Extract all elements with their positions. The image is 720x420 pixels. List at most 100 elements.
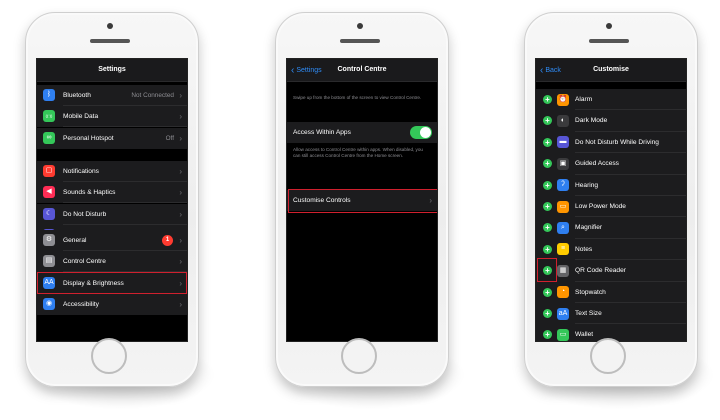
chevron-right-icon: › (179, 236, 182, 245)
front-camera (606, 23, 612, 29)
add-button[interactable]: + (543, 180, 552, 190)
chevron-right-icon: › (179, 299, 182, 309)
add-button[interactable]: + (543, 137, 552, 147)
qr-code-icon: ▦ (557, 264, 569, 277)
chevron-right-icon: › (179, 278, 182, 288)
car-icon: ▬ (557, 136, 569, 149)
home-button[interactable] (91, 338, 127, 374)
earpiece-speaker (340, 39, 380, 43)
row-label: Mobile Data (63, 113, 99, 121)
add-button[interactable]: + (543, 330, 552, 340)
ear-icon: ʔ (557, 179, 569, 192)
control-label: Hearing (575, 181, 599, 189)
chevron-right-icon: › (179, 133, 182, 143)
access-within-apps-row: Access Within Apps (287, 122, 437, 143)
control-label: Stopwatch (575, 288, 606, 296)
speaker-icon: ◀ (43, 186, 55, 199)
battery-icon: ▭ (557, 200, 569, 213)
add-button[interactable]: + (543, 266, 552, 276)
stopwatch-icon: ◔ (557, 286, 569, 299)
control-dnd-driving: + ▬ Do Not Disturb While Driving (536, 131, 686, 154)
dark-mode-icon: ◐ (557, 114, 569, 127)
add-button[interactable]: + (543, 309, 552, 318)
row-display-brightness[interactable]: AA Display & Brightness › (37, 272, 187, 294)
row-value: Off (165, 134, 174, 142)
control-label: Dark Mode (575, 117, 608, 125)
phone-settings: Settings ᛒ Bluetooth Not Connected › ((·)) Mo… (25, 12, 199, 387)
row-notifications[interactable]: ▢ Notifications › (37, 161, 187, 182)
moon-icon: ☾ (43, 207, 55, 220)
customise-controls-row[interactable]: Customise Controls › (287, 190, 437, 211)
intro-text: Swipe up from the bottom of the screen t… (293, 95, 422, 100)
chevron-right-icon: › (179, 112, 182, 122)
control-qr-code-reader: + ▦ QR Code Reader (536, 260, 686, 282)
control-stopwatch: + ◔ Stopwatch (536, 281, 686, 303)
control-alarm: + ⏰ Alarm (536, 89, 686, 111)
text-size-icon: AA (43, 276, 55, 289)
page-title: Customise (593, 66, 629, 73)
add-button[interactable]: + (543, 116, 552, 126)
access-within-apps-label: Access Within Apps (293, 129, 351, 136)
row-mobile-data[interactable]: ((·)) Mobile Data › (37, 106, 187, 128)
row-bluetooth[interactable]: ᛒ Bluetooth Not Connected › (37, 85, 187, 106)
earpiece-speaker (589, 39, 629, 43)
front-camera (107, 23, 113, 29)
add-button[interactable]: + (543, 223, 552, 233)
control-label: Magnifier (575, 224, 603, 232)
control-label: Notes (575, 245, 593, 253)
control-label: Text Size (575, 310, 602, 317)
customise-controls-label: Customise Controls (293, 197, 351, 204)
toggle-knob (420, 127, 431, 138)
control-low-power: + ▭ Low Power Mode (536, 196, 686, 218)
chevron-right-icon: › (179, 167, 182, 176)
control-guided-access: + ▣ Guided Access (536, 153, 686, 175)
row-sounds-haptics[interactable]: ◀ Sounds & Haptics › (37, 182, 187, 204)
notes-icon: ≡ (557, 243, 569, 256)
chevron-right-icon: › (429, 196, 432, 205)
row-label: Sounds & Haptics (63, 189, 116, 197)
row-accessibility[interactable]: ◉ Accessibility › (37, 293, 187, 315)
chevron-right-icon: › (179, 91, 182, 100)
switches-icon: ▤ (43, 255, 55, 268)
text-size-icon: aA (557, 307, 569, 320)
control-centre-screen: ‹ Settings Control Centre Swipe up from t… (286, 58, 438, 342)
control-text-size: + aA Text Size (536, 303, 686, 325)
add-button[interactable]: + (543, 159, 552, 169)
navigation-bar: ‹ Back Customise (536, 59, 686, 82)
control-label: QR Code Reader (575, 267, 626, 275)
access-description: Allow access to Control Centre within ap… (293, 147, 423, 159)
control-hearing: + ʔ Hearing (536, 174, 686, 196)
row-general[interactable]: ⚙ General 1 › (37, 230, 187, 251)
chevron-right-icon: › (179, 188, 182, 198)
control-label: Wallet (575, 331, 594, 339)
wallet-icon: ▭ (557, 328, 569, 341)
magnifier-icon: ⌕ (557, 221, 569, 234)
navigation-bar: ‹ Settings Control Centre (287, 59, 437, 82)
row-label: Bluetooth (63, 92, 91, 99)
access-within-apps-toggle[interactable] (410, 126, 432, 139)
row-label: Do Not Disturb (63, 210, 107, 218)
page-title: Settings (98, 66, 126, 73)
control-notes: + ≡ Notes (536, 238, 686, 261)
add-button[interactable]: + (543, 95, 552, 104)
gear-icon: ⚙ (43, 234, 55, 246)
home-button[interactable] (590, 338, 626, 374)
row-label: Accessibility (63, 300, 99, 308)
alarm-clock-icon: ⏰ (557, 93, 569, 106)
phone-control-centre: ‹ Settings Control Centre Swipe up from t… (275, 12, 449, 387)
row-do-not-disturb[interactable]: ☾ Do Not Disturb › (37, 203, 187, 225)
control-label: Low Power Mode (575, 203, 626, 210)
row-personal-hotspot[interactable]: ∞ Personal Hotspot Off › (37, 127, 187, 149)
add-button[interactable]: + (543, 244, 552, 254)
add-button[interactable]: + (543, 202, 552, 211)
home-button[interactable] (341, 338, 377, 374)
row-control-centre[interactable]: ▤ Control Centre › (37, 251, 187, 273)
chevron-right-icon: › (179, 209, 182, 219)
control-magnifier: + ⌕ Magnifier (536, 217, 686, 239)
add-button[interactable]: + (543, 287, 552, 297)
settings-screen: Settings ᛒ Bluetooth Not Connected › ((·)) Mo… (36, 58, 188, 342)
bluetooth-icon: ᛒ (43, 89, 55, 101)
front-camera (357, 23, 363, 29)
control-label: Do Not Disturb While Driving (575, 138, 659, 146)
control-dark-mode: + ◐ Dark Mode (536, 110, 686, 132)
